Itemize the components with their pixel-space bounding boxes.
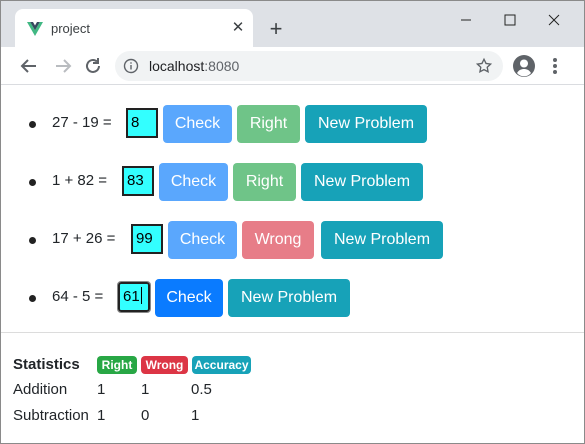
url-host: localhost xyxy=(149,58,205,74)
new-problem-button[interactable]: New Problem xyxy=(321,221,443,259)
tab-title: project xyxy=(51,21,91,36)
back-arrow-icon[interactable] xyxy=(17,54,41,78)
stats-accuracy: 1 xyxy=(191,407,200,424)
statistics-title: Statistics xyxy=(13,356,80,373)
stats-accuracy: 0.5 xyxy=(191,381,212,398)
profile-avatar-icon[interactable] xyxy=(512,54,536,78)
browser-window: project ✕ + localhost:8080 27 - 19 = 8 C… xyxy=(0,0,585,444)
stats-wrong-count: 1 xyxy=(141,381,150,398)
divider xyxy=(1,332,584,333)
window-close-icon[interactable] xyxy=(531,9,577,31)
tab-strip: project ✕ + xyxy=(1,1,584,47)
answer-input[interactable]: 8 xyxy=(126,108,158,138)
list-bullet xyxy=(29,295,36,302)
browser-tab[interactable]: project ✕ xyxy=(15,9,253,47)
tab-close-icon[interactable]: ✕ xyxy=(229,19,247,37)
problem-expression: 1 + 82 = xyxy=(52,172,108,189)
stats-row-label: Subtraction xyxy=(13,407,89,424)
new-problem-button[interactable]: New Problem xyxy=(301,163,423,201)
list-bullet xyxy=(29,121,36,128)
maximize-icon[interactable] xyxy=(487,9,533,31)
browser-toolbar: localhost:8080 xyxy=(1,47,584,85)
more-menu-icon[interactable] xyxy=(547,54,563,78)
bookmark-star-icon[interactable] xyxy=(475,57,493,75)
new-tab-icon[interactable]: + xyxy=(263,17,289,43)
answer-value: 61 xyxy=(123,288,140,305)
new-problem-button[interactable]: New Problem xyxy=(305,105,427,143)
problem-expression: 64 - 5 = xyxy=(52,288,104,305)
url-port: :8080 xyxy=(204,58,240,74)
problem-expression: 17 + 26 = xyxy=(52,230,116,247)
minimize-icon[interactable] xyxy=(443,9,489,31)
answer-input[interactable]: 83 xyxy=(122,166,154,196)
check-button[interactable]: Check xyxy=(159,163,228,201)
new-problem-button[interactable]: New Problem xyxy=(228,279,350,317)
result-right-button[interactable]: Right xyxy=(237,105,300,143)
answer-input-focused[interactable]: 61 xyxy=(117,281,151,313)
check-button[interactable]: Check xyxy=(168,221,237,259)
vue-logo-icon xyxy=(27,22,43,36)
stats-wrong-count: 0 xyxy=(141,407,150,424)
reload-icon[interactable] xyxy=(81,54,105,78)
right-badge: Right xyxy=(97,356,137,374)
list-bullet xyxy=(29,179,36,186)
wrong-badge: Wrong xyxy=(141,356,188,374)
problem-expression: 27 - 19 = xyxy=(52,114,112,131)
result-wrong-button[interactable]: Wrong xyxy=(242,221,314,259)
stats-right-count: 1 xyxy=(97,381,106,398)
address-bar[interactable]: localhost:8080 xyxy=(115,51,503,81)
answer-input[interactable]: 99 xyxy=(131,224,163,254)
list-bullet xyxy=(29,237,36,244)
text-caret xyxy=(140,287,142,304)
check-button[interactable]: Check xyxy=(155,279,223,317)
check-button[interactable]: Check xyxy=(163,105,232,143)
info-icon[interactable] xyxy=(123,58,139,74)
stats-right-count: 1 xyxy=(97,407,106,424)
result-right-button[interactable]: Right xyxy=(233,163,296,201)
page-content: 27 - 19 = 8 Check Right New Problem 1 + … xyxy=(1,86,584,443)
forward-arrow-icon[interactable] xyxy=(51,54,75,78)
stats-row-label: Addition xyxy=(13,381,68,398)
accuracy-badge: Accuracy xyxy=(192,356,251,374)
url-text: localhost:8080 xyxy=(149,58,239,74)
